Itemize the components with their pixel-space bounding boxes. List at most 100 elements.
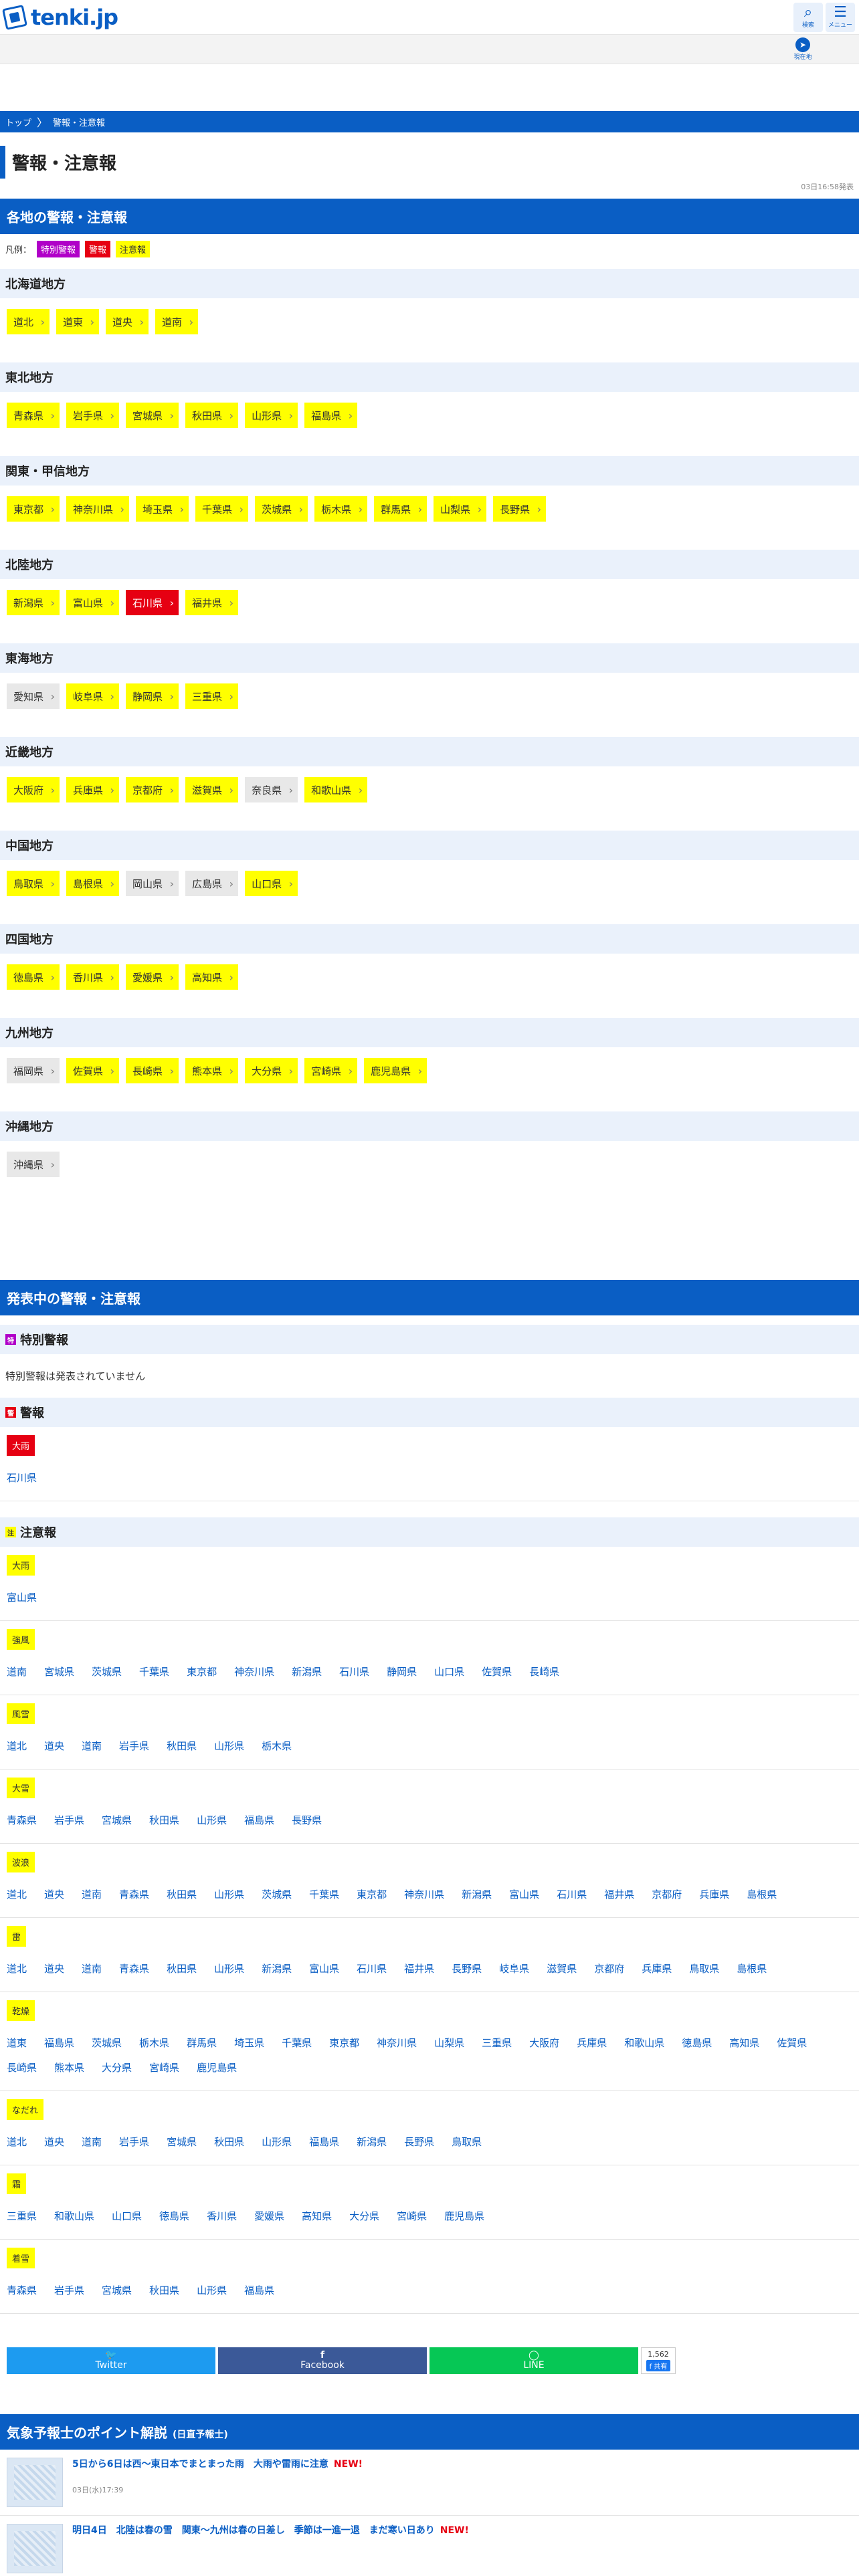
prefecture-link[interactable]: 岩手県 xyxy=(119,1739,149,1753)
prefecture-link[interactable]: 道北 xyxy=(7,1961,27,1975)
prefecture-link[interactable]: 熊本県 xyxy=(54,2060,84,2074)
prefecture-link[interactable]: 道央 xyxy=(44,1961,64,1975)
prefecture-chip[interactable]: 山形県 xyxy=(245,403,298,428)
prefecture-link[interactable]: 道南 xyxy=(82,1887,102,1901)
prefecture-link[interactable]: 石川県 xyxy=(7,1471,37,1485)
prefecture-link[interactable]: 青森県 xyxy=(7,2283,37,2297)
prefecture-link[interactable]: 秋田県 xyxy=(167,1739,197,1753)
prefecture-link[interactable]: 福井県 xyxy=(604,1887,634,1901)
prefecture-link[interactable]: 新潟県 xyxy=(292,1665,322,1679)
prefecture-chip[interactable]: 福井県 xyxy=(185,590,239,615)
prefecture-chip[interactable]: 道北 xyxy=(7,309,50,334)
prefecture-link[interactable]: 島根県 xyxy=(737,1961,767,1975)
prefecture-chip[interactable]: 岡山県 xyxy=(126,871,179,896)
prefecture-link[interactable]: 大分県 xyxy=(349,2209,379,2223)
prefecture-link[interactable]: 秋田県 xyxy=(149,1813,179,1827)
prefecture-link[interactable]: 宮崎県 xyxy=(149,2060,179,2074)
facebook-share-button[interactable]: f Facebook xyxy=(218,2347,427,2374)
current-location-button[interactable]: ➤ 現在地 xyxy=(783,35,823,64)
prefecture-link[interactable]: 徳島県 xyxy=(159,2209,189,2223)
prefecture-link[interactable]: 山口県 xyxy=(112,2209,142,2223)
prefecture-link[interactable]: 神奈川県 xyxy=(404,1887,444,1901)
prefecture-link[interactable]: 石川県 xyxy=(357,1961,387,1975)
prefecture-link[interactable]: 道北 xyxy=(7,1739,27,1753)
prefecture-chip[interactable]: 岐阜県 xyxy=(66,683,120,709)
prefecture-link[interactable]: 福島県 xyxy=(44,2036,74,2050)
prefecture-chip[interactable]: 広島県 xyxy=(185,871,239,896)
prefecture-link[interactable]: 宮城県 xyxy=(44,1665,74,1679)
prefecture-link[interactable]: 東京都 xyxy=(329,2036,359,2050)
prefecture-link[interactable]: 岩手県 xyxy=(119,2135,149,2149)
prefecture-chip[interactable]: 鹿児島県 xyxy=(364,1058,427,1083)
menu-button[interactable]: ☰ メニュー xyxy=(826,2,855,32)
prefecture-chip[interactable]: 愛媛県 xyxy=(126,964,179,990)
prefecture-link[interactable]: 香川県 xyxy=(207,2209,237,2223)
prefecture-link[interactable]: 山梨県 xyxy=(434,2036,464,2050)
prefecture-link[interactable]: 東京都 xyxy=(357,1887,387,1901)
prefecture-chip[interactable]: 香川県 xyxy=(66,964,120,990)
prefecture-chip[interactable]: 山梨県 xyxy=(434,496,487,522)
prefecture-link[interactable]: 群馬県 xyxy=(187,2036,217,2050)
line-share-button[interactable]: ◯ LINE xyxy=(430,2347,638,2374)
prefecture-link[interactable]: 千葉県 xyxy=(309,1887,339,1901)
prefecture-link[interactable]: 京都府 xyxy=(652,1887,682,1901)
blog-item[interactable]: 明日4日 北陸は春の雪 関東〜九州は春の日差し 季節は一進一退 まだ寒い日あり N… xyxy=(0,2516,859,2576)
prefecture-chip[interactable]: 滋賀県 xyxy=(185,777,239,802)
prefecture-link[interactable]: 大分県 xyxy=(102,2060,132,2074)
prefecture-link[interactable]: 青森県 xyxy=(119,1887,149,1901)
share-count[interactable]: 1,562 f 共有 xyxy=(641,2347,676,2374)
prefecture-link[interactable]: 鳥取県 xyxy=(452,2135,482,2149)
prefecture-link[interactable]: 福井県 xyxy=(404,1961,434,1975)
prefecture-link[interactable]: 石川県 xyxy=(339,1665,369,1679)
prefecture-link[interactable]: 栃木県 xyxy=(262,1739,292,1753)
prefecture-link[interactable]: 山形県 xyxy=(214,1961,244,1975)
prefecture-link[interactable]: 千葉県 xyxy=(139,1665,169,1679)
prefecture-link[interactable]: 高知県 xyxy=(302,2209,332,2223)
blog-item[interactable]: 5日から6日は西〜東日本でまとまった雨 大雨や雷雨に注意 NEW! 03日(水)1… xyxy=(0,2450,859,2516)
prefecture-link[interactable]: 山形県 xyxy=(197,1813,227,1827)
prefecture-link[interactable]: 三重県 xyxy=(7,2209,37,2223)
prefecture-chip[interactable]: 神奈川県 xyxy=(66,496,130,522)
prefecture-chip[interactable]: 群馬県 xyxy=(374,496,427,522)
prefecture-link[interactable]: 兵庫県 xyxy=(699,1887,729,1901)
prefecture-link[interactable]: 山形県 xyxy=(197,2283,227,2297)
search-button[interactable]: ⌕ 検索 xyxy=(793,2,823,32)
prefecture-link[interactable]: 長野県 xyxy=(452,1961,482,1975)
prefecture-chip[interactable]: 大阪府 xyxy=(7,777,60,802)
prefecture-link[interactable]: 青森県 xyxy=(7,1813,37,1827)
prefecture-link[interactable]: 佐賀県 xyxy=(482,1665,512,1679)
prefecture-link[interactable]: 茨城県 xyxy=(92,2036,122,2050)
prefecture-link[interactable]: 道央 xyxy=(44,1887,64,1901)
prefecture-chip[interactable]: 長野県 xyxy=(493,496,547,522)
prefecture-link[interactable]: 青森県 xyxy=(119,1961,149,1975)
prefecture-chip[interactable]: 千葉県 xyxy=(195,496,249,522)
prefecture-link[interactable]: 秋田県 xyxy=(167,1887,197,1901)
prefecture-chip[interactable]: 徳島県 xyxy=(7,964,60,990)
prefecture-link[interactable]: 富山県 xyxy=(509,1887,539,1901)
prefecture-link[interactable]: 三重県 xyxy=(482,2036,512,2050)
prefecture-link[interactable]: 長崎県 xyxy=(7,2060,37,2074)
prefecture-link[interactable]: 徳島県 xyxy=(682,2036,712,2050)
prefecture-link[interactable]: 島根県 xyxy=(747,1887,777,1901)
prefecture-link[interactable]: 道南 xyxy=(82,1961,102,1975)
prefecture-chip[interactable]: 山口県 xyxy=(245,871,298,896)
prefecture-link[interactable]: 秋田県 xyxy=(149,2283,179,2297)
prefecture-link[interactable]: 秋田県 xyxy=(214,2135,244,2149)
prefecture-link[interactable]: 秋田県 xyxy=(167,1961,197,1975)
prefecture-link[interactable]: 静岡県 xyxy=(387,1665,417,1679)
prefecture-chip[interactable]: 静岡県 xyxy=(126,683,179,709)
prefecture-link[interactable]: 兵庫県 xyxy=(642,1961,672,1975)
prefecture-link[interactable]: 大阪府 xyxy=(529,2036,559,2050)
prefecture-link[interactable]: 道南 xyxy=(82,1739,102,1753)
prefecture-link[interactable]: 山形県 xyxy=(214,1739,244,1753)
prefecture-link[interactable]: 福島県 xyxy=(244,2283,274,2297)
prefecture-link[interactable]: 道北 xyxy=(7,2135,27,2149)
prefecture-link[interactable]: 山口県 xyxy=(434,1665,464,1679)
prefecture-chip[interactable]: 栃木県 xyxy=(314,496,368,522)
site-logo[interactable]: tenki.jp xyxy=(2,5,118,30)
prefecture-link[interactable]: 茨城県 xyxy=(92,1665,122,1679)
prefecture-link[interactable]: 新潟県 xyxy=(262,1961,292,1975)
prefecture-link[interactable]: 道央 xyxy=(44,2135,64,2149)
prefecture-link[interactable]: 埼玉県 xyxy=(234,2036,264,2050)
prefecture-chip[interactable]: 大分県 xyxy=(245,1058,298,1083)
